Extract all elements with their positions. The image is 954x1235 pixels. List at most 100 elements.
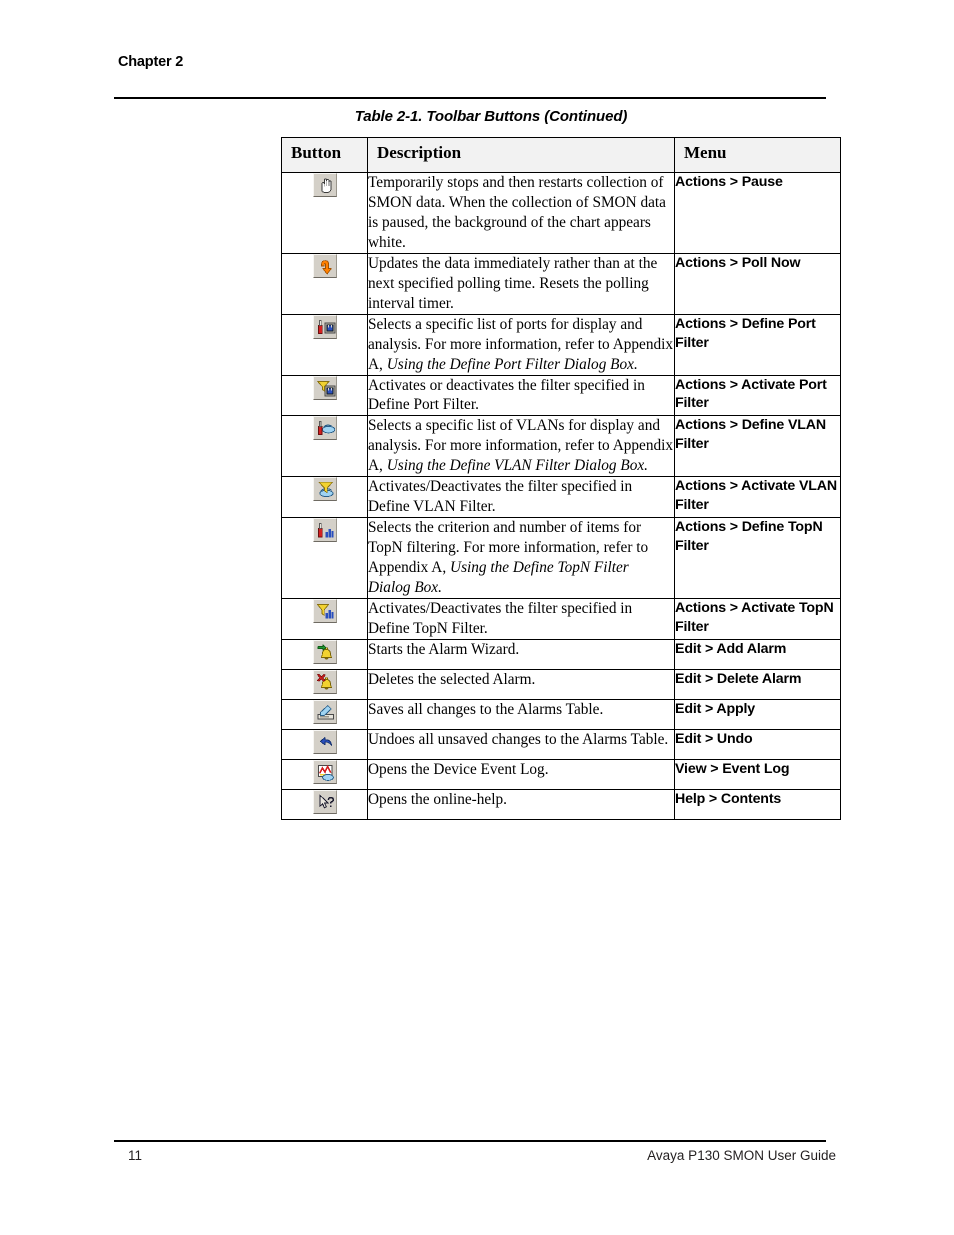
hand-pause-icon[interactable] [312, 173, 337, 197]
menu-path: Actions > Define Port Filter [675, 315, 816, 351]
description-text: Saves all changes to the Alarms Table. [368, 700, 604, 718]
cell-menu: Actions > Define VLAN Filter [674, 415, 841, 478]
cell-button [281, 668, 368, 700]
cell-description: Temporarily stops and then restarts coll… [367, 172, 675, 254]
cell-menu: Actions > Activate TopN Filter [674, 598, 841, 640]
cell-description: Selects a specific list of VLANs for dis… [367, 415, 675, 478]
cell-menu: Actions > Define TopN Filter [674, 517, 841, 600]
cell-description: Selects a specific list of ports for dis… [367, 313, 675, 376]
cell-button [281, 252, 368, 315]
cell-button [281, 728, 368, 760]
cell-button [281, 313, 368, 376]
menu-path: Edit > Delete Alarm [675, 670, 802, 687]
apply-save-icon[interactable] [312, 699, 337, 724]
menu-path: Actions > Define TopN Filter [675, 519, 823, 555]
description-text: Starts the Alarm Wizard. [368, 640, 520, 658]
cell-menu: Help > Contents [674, 788, 841, 820]
column-header-description: Description [367, 137, 675, 173]
cell-button [281, 517, 368, 600]
cell-button [281, 476, 368, 519]
menu-path: Actions > Activate Port Filter [675, 376, 827, 412]
cell-button [281, 374, 368, 417]
cell-menu: Edit > Delete Alarm [674, 668, 841, 700]
cell-description: Undoes all unsaved changes to the Alarms… [367, 728, 675, 760]
menu-path: Help > Contents [675, 790, 782, 807]
toolbar-buttons-table: Button Description Menu Temporarily stop… [281, 137, 841, 820]
toolbar-buttons-table-wrapper: Button Description Menu Temporarily stop… [281, 137, 841, 820]
cell-description: Deletes the selected Alarm. [367, 668, 675, 700]
menu-path: Actions > Activate TopN Filter [675, 600, 834, 635]
description-text: Temporarily stops and then restarts coll… [368, 174, 666, 251]
table-caption: Table 2-1. Toolbar Buttons (Continued) [354, 108, 628, 125]
description-text: Activates or deactivates the filter spec… [368, 376, 645, 414]
cell-description: Updates the data immediately rather than… [367, 252, 675, 315]
description-text: Opens the online-help. [368, 790, 507, 808]
menu-path: Edit > Add Alarm [675, 640, 787, 657]
table-row: Starts the Alarm Wizard. Edit > Add Alarm [281, 638, 841, 670]
table-row: Activates or deactivates the filter spec… [281, 374, 841, 417]
description-text: Activates/Deactivates the filter specifi… [368, 478, 633, 516]
table-row: Selects a specific list of VLANs for dis… [281, 415, 841, 478]
activate-vlan-filter-icon[interactable] [312, 477, 337, 502]
footer-document-title: Avaya P130 SMON User Guide [647, 1148, 836, 1163]
cell-menu: Edit > Apply [674, 698, 841, 730]
description-text: Deletes the selected Alarm. [368, 670, 536, 688]
table-row: Activates/Deactivates the filter specifi… [281, 598, 841, 640]
cell-description: Activates/Deactivates the filter specifi… [367, 476, 675, 519]
cell-description: Saves all changes to the Alarms Table. [367, 698, 675, 730]
activate-topn-filter-icon[interactable] [312, 599, 337, 624]
undo-arrow-icon[interactable] [312, 729, 337, 754]
cell-menu: Actions > Activate Port Filter [674, 374, 841, 417]
cell-menu: Actions > Poll Now [674, 252, 841, 315]
cell-menu: Edit > Add Alarm [674, 638, 841, 670]
cell-button [281, 758, 368, 790]
description-italic-reference: Using the Define Port Filter Dialog Box. [386, 355, 638, 373]
poll-now-arrow-icon[interactable] [312, 253, 337, 278]
activate-port-filter-icon[interactable] [312, 375, 337, 400]
description-text: Activates/Deactivates the filter specifi… [368, 600, 633, 637]
delete-alarm-bell-icon[interactable] [312, 669, 337, 694]
table-row: Updates the data immediately rather than… [281, 252, 841, 315]
table-row: Deletes the selected Alarm. Edit > Delete… [281, 668, 841, 700]
cell-button [281, 172, 368, 254]
footer-rule [114, 1140, 826, 1142]
menu-path: Edit > Undo [675, 730, 753, 747]
table-row: Selects a specific list of ports for dis… [281, 313, 841, 376]
description-text: Updates the data immediately rather than… [368, 254, 658, 312]
menu-path: Actions > Define VLAN Filter [675, 417, 826, 453]
menu-path: Actions > Pause [675, 174, 783, 190]
cell-button [281, 638, 368, 670]
column-header-button: Button [281, 137, 368, 173]
cell-description: Opens the online-help. [367, 788, 675, 820]
chapter-running-head: Chapter 2 [118, 54, 184, 70]
cell-menu: Actions > Activate VLAN Filter [674, 476, 841, 519]
table-row: Activates/Deactivates the filter specifi… [281, 476, 841, 519]
menu-path: Edit > Apply [675, 700, 756, 717]
table-row: Temporarily stops and then restarts coll… [281, 172, 841, 254]
cell-description: Activates/Deactivates the filter specifi… [367, 598, 675, 640]
define-port-filter-icon[interactable] [312, 314, 337, 339]
cell-description: Starts the Alarm Wizard. [367, 638, 675, 670]
cell-button [281, 598, 368, 640]
define-vlan-filter-icon[interactable] [312, 416, 337, 441]
cell-menu: Actions > Define Port Filter [674, 313, 841, 376]
cell-menu: Actions > Pause [674, 172, 841, 254]
cell-button [281, 788, 368, 820]
menu-path: Actions > Activate VLAN Filter [675, 478, 837, 514]
cell-description: Selects the criterion and number of item… [367, 517, 675, 600]
define-topn-filter-icon[interactable] [312, 518, 337, 543]
table-row: Opens the online-help. Help > Contents [281, 788, 841, 820]
help-pointer-icon[interactable] [312, 789, 337, 814]
cell-description: Activates or deactivates the filter spec… [367, 374, 675, 417]
cell-button [281, 415, 368, 478]
description-italic-reference: Using the Define VLAN Filter Dialog Box. [386, 457, 648, 475]
table-row: Selects the criterion and number of item… [281, 517, 841, 600]
description-text: Opens the Device Event Log. [368, 760, 549, 778]
add-alarm-bell-icon[interactable] [312, 639, 337, 664]
menu-path: View > Event Log [675, 760, 790, 777]
menu-path: Actions > Poll Now [675, 254, 801, 271]
header-rule [114, 97, 826, 99]
event-log-icon[interactable] [312, 759, 337, 784]
table-row: Opens the Device Event Log. View > Event … [281, 758, 841, 790]
table-row: Undoes all unsaved changes to the Alarms… [281, 728, 841, 760]
